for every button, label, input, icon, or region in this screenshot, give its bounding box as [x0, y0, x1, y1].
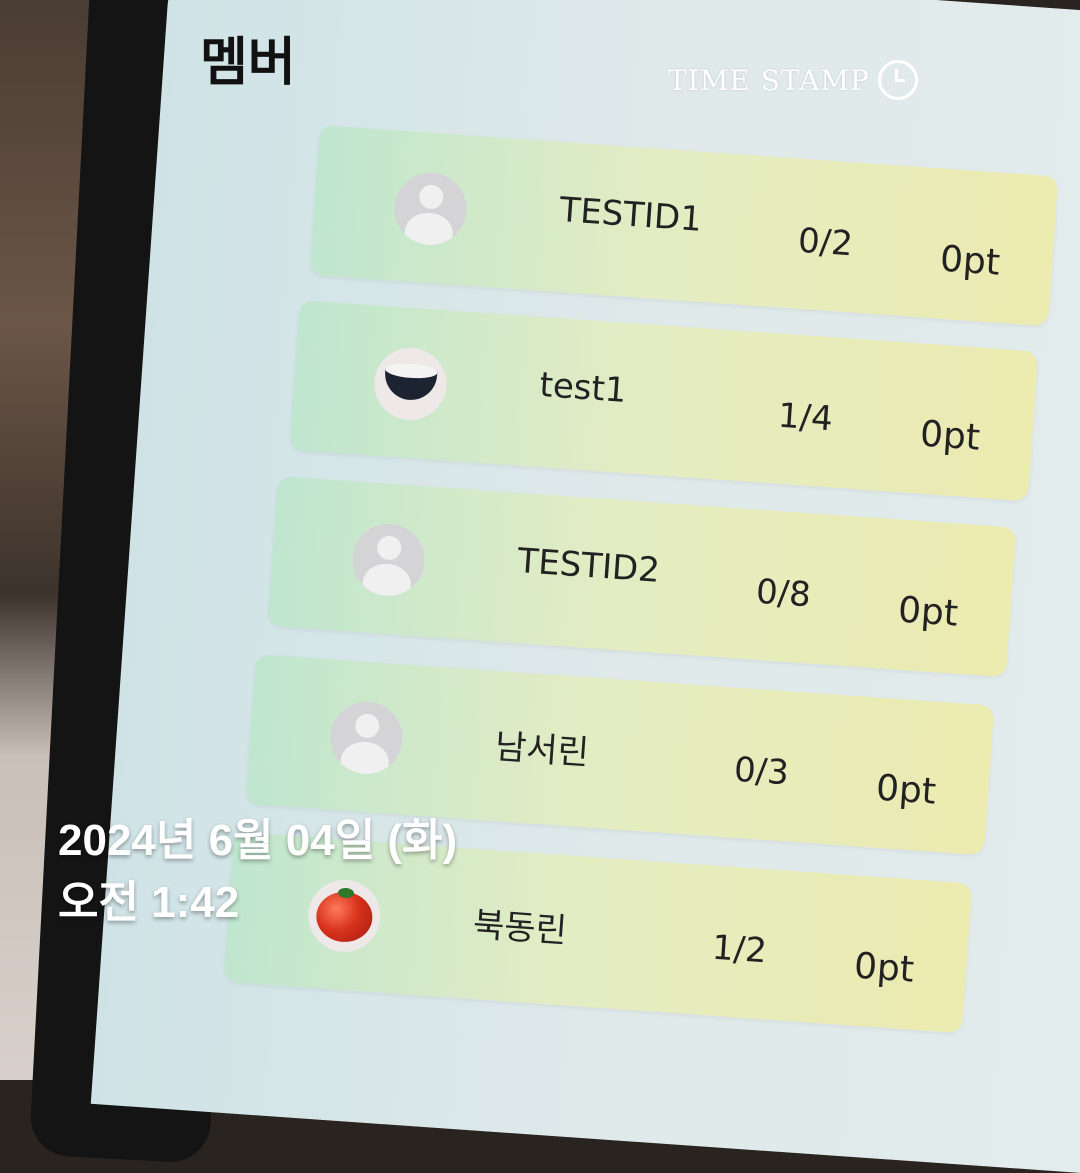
member-name: 북동린: [471, 904, 569, 952]
member-points: 0pt: [852, 945, 916, 991]
default-avatar-icon: [391, 170, 469, 248]
member-ratio: 0/2: [796, 220, 855, 265]
member-name: test1: [538, 364, 628, 411]
member-row[interactable]: TESTID2 0/8 0pt: [267, 476, 1017, 678]
member-points: 0pt: [874, 767, 938, 813]
member-name: TESTID1: [558, 189, 704, 240]
member-points: 0pt: [918, 413, 982, 459]
timestamp-time: 오전 1:42: [58, 878, 240, 927]
member-name: 남서린: [493, 726, 591, 774]
member-name: TESTID2: [516, 540, 662, 591]
timestamp-date: 2024년 6월 04일 (화): [58, 816, 458, 865]
member-ratio: 0/8: [754, 571, 813, 616]
default-avatar-icon: [349, 521, 427, 599]
photo-timestamp: 2024년 6월 04일 (화) 오전 1:42: [58, 810, 457, 934]
member-ratio: 1/2: [710, 927, 769, 972]
member-row[interactable]: test1 1/4 0pt: [289, 300, 1039, 502]
member-points: 0pt: [896, 589, 960, 635]
member-row[interactable]: TESTID1 0/2 0pt: [309, 125, 1059, 327]
member-ratio: 0/3: [732, 749, 791, 794]
rice-bowl-image: [371, 345, 449, 423]
member-points: 0pt: [938, 238, 1002, 284]
member-ratio: 1/4: [776, 395, 835, 440]
default-avatar-icon: [327, 699, 405, 777]
